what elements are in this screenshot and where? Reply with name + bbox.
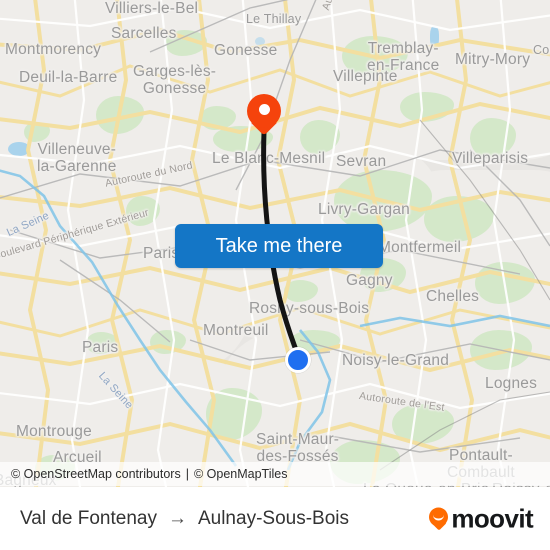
map-canvas[interactable]: Villiers-le-Bel Le Thillay Sarcelles Gon… <box>0 0 550 487</box>
moovit-logo[interactable]: moovit <box>429 503 534 534</box>
origin-dot-marker[interactable] <box>285 347 311 373</box>
moovit-trip-map-screen: Villiers-le-Bel Le Thillay Sarcelles Gon… <box>0 0 550 550</box>
map-attribution-bar: © OpenStreetMap contributors | © OpenMap… <box>0 462 550 486</box>
trip-origin-label: Val de Fontenay <box>20 507 157 529</box>
pin-hole <box>258 103 270 115</box>
destination-pin-marker[interactable] <box>247 94 281 138</box>
arrow-right-icon: → <box>167 507 187 529</box>
moovit-pin-icon <box>429 507 449 531</box>
trip-footer: Val de Fontenay → Aulnay-Sous-Bois moovi… <box>0 487 550 550</box>
attribution-separator: | <box>185 467 189 481</box>
trip-summary: Val de Fontenay → Aulnay-Sous-Bois <box>20 508 349 530</box>
openmaptiles-attribution-link[interactable]: © OpenMapTiles <box>194 467 288 481</box>
moovit-wordmark: moovit <box>451 503 533 533</box>
take-me-there-button[interactable]: Take me there <box>175 224 383 268</box>
trip-destination-label: Aulnay-Sous-Bois <box>197 507 349 529</box>
osm-attribution-link[interactable]: © OpenStreetMap contributors <box>11 467 181 481</box>
